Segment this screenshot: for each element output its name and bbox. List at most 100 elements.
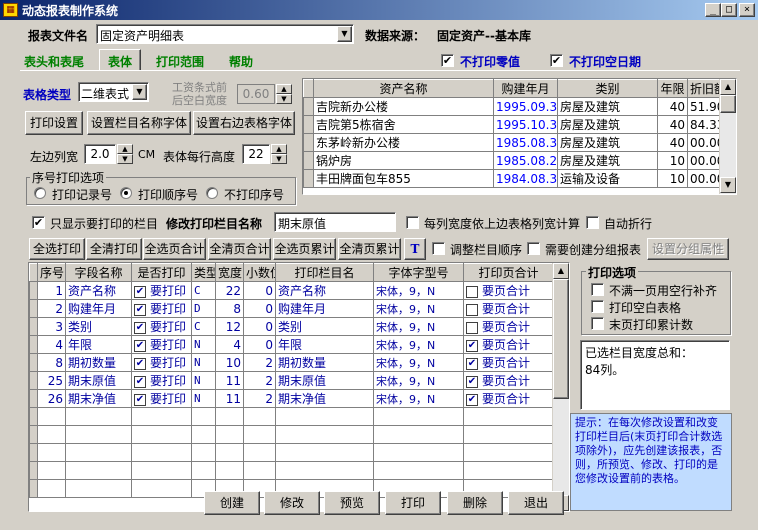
fill-blank-checkbox[interactable] [591,283,604,296]
table-cell[interactable]: 0 [243,317,276,336]
table-cell[interactable]: C [191,317,216,336]
table-cell[interactable]: 年限 [65,335,132,354]
row-checkbox[interactable]: ✔ [466,375,478,388]
table-cell[interactable] [65,461,132,480]
table-cell[interactable]: 期初数量 [65,353,132,372]
table-cell[interactable]: 2 [243,389,276,408]
table-cell[interactable] [215,443,244,462]
radio-record-no[interactable] [34,187,46,199]
right-table-font-button[interactable]: 设置右边表格字体 [193,111,295,135]
table-cell[interactable]: 8 [37,353,66,372]
no-print-empty-date-checkbox[interactable]: ✔ [550,54,563,67]
row-checkbox[interactable]: ✔ [466,357,478,370]
row-checkbox[interactable]: ✔ [466,339,478,352]
table-cell[interactable]: 宋体，9，N [373,299,464,318]
table-cell[interactable]: ✔ 要页合计 [463,353,554,372]
fields-header[interactable]: 类型 [191,263,216,282]
modify-button[interactable]: 修改 [264,491,320,515]
scroll-up-icon[interactable]: ▲ [553,263,569,279]
table-cell[interactable]: 0 [243,299,276,318]
preview-cell[interactable]: 40 [657,115,688,134]
row-checkbox[interactable] [466,303,478,316]
table-cell[interactable] [37,425,66,444]
table-cell[interactable]: N [191,353,216,372]
preview-row[interactable]: 东茅岭新办公楼1985.08.31房屋及建筑4000.00 [303,133,720,152]
fields-header[interactable]: 是否打印 [131,263,192,282]
preview-cell[interactable]: 1995.10.30 [493,115,558,134]
table-cell[interactable]: 要页合计 [463,299,554,318]
table-cell[interactable]: N [191,335,216,354]
fields-header[interactable]: 字体字型号 [373,263,464,282]
table-cell[interactable] [37,407,66,426]
print-acc-checkbox[interactable] [591,317,604,330]
preview-cell[interactable]: 房屋及建筑 [557,151,658,170]
table-cell[interactable] [373,461,464,480]
print-setup-button[interactable]: 打印设置 [25,111,83,135]
table-cell[interactable]: 宋体，9，N [373,389,464,408]
preview-cell[interactable]: 00.00 [687,169,720,188]
table-cell[interactable]: ✔ 要打印 [131,299,192,318]
table-cell[interactable]: ✔ 要页合计 [463,371,554,390]
preview-row[interactable]: 锅炉房1985.08.23房屋及建筑1000.00 [303,151,720,170]
table-cell[interactable] [215,461,244,480]
table-cell[interactable]: 22 [215,281,244,300]
only-show-checkbox[interactable]: ✔ [32,216,45,229]
table-cell[interactable]: 11 [215,371,244,390]
table-cell[interactable] [191,443,216,462]
table-row[interactable]: 26 期末净值 ✔ 要打印 N 11 2 期末净值 宋体，9，N ✔ 要页合计 [29,389,554,408]
table-cell[interactable] [243,407,276,426]
table-cell[interactable]: 要页合计 [463,281,554,300]
table-cell[interactable]: 资产名称 [275,281,374,300]
preview-row[interactable]: 丰田牌面包车8551984.08.30运输及设备1000.00 [303,169,720,188]
create-button[interactable]: 创建 [204,491,260,515]
table-cell[interactable]: 10 [215,353,244,372]
table-cell[interactable]: 1 [37,281,66,300]
fields-header[interactable]: 打印栏目名 [275,263,374,282]
font-icon[interactable]: T [404,238,426,260]
table-cell[interactable] [463,461,554,480]
table-cell[interactable]: 期末原值 [275,371,374,390]
row-checkbox[interactable]: ✔ [134,303,146,316]
table-cell[interactable] [29,353,38,372]
row-checkbox[interactable]: ✔ [134,375,146,388]
table-cell[interactable] [275,407,374,426]
table-cell[interactable] [275,425,374,444]
preview-cell[interactable]: 房屋及建筑 [557,97,658,116]
table-cell[interactable] [243,443,276,462]
tab-print-range[interactable]: 打印范围 [156,53,204,70]
preview-cell[interactable]: 锅炉房 [313,151,494,170]
row-checkbox[interactable]: ✔ [134,321,146,334]
preview-button[interactable]: 预览 [324,491,380,515]
row-height-spin-down[interactable]: ▼ [271,154,287,164]
table-type-select[interactable]: 二维表式 ▼ [78,82,149,102]
table-cell[interactable] [65,425,132,444]
table-cell[interactable] [373,407,464,426]
scroll-thumb[interactable] [720,95,736,113]
table-cell[interactable]: 宋体，9，N [373,281,464,300]
each-width-checkbox[interactable] [406,216,419,229]
table-cell[interactable]: ✔ 要页合计 [463,335,554,354]
preview-cell[interactable]: 房屋及建筑 [557,133,658,152]
select-all-print-button[interactable]: 全选打印 [29,238,85,260]
table-row[interactable]: 3 类别 ✔ 要打印 C 12 0 类别 宋体，9，N 要页合计 [29,317,554,336]
close-button[interactable]: × [739,3,755,17]
table-cell[interactable] [29,407,38,426]
table-row[interactable]: 1 资产名称 ✔ 要打印 C 22 0 资产名称 宋体，9，N 要页合计 [29,281,554,300]
preview-cell[interactable]: 吉院第5栋宿舍 [313,115,494,134]
preview-cell[interactable]: 东茅岭新办公楼 [313,133,494,152]
table-row[interactable]: 2 购建年月 ✔ 要打印 D 8 0 购建年月 宋体，9，N 要页合计 [29,299,554,318]
scroll-down-icon[interactable]: ▼ [720,177,736,193]
need-group-checkbox[interactable] [527,242,540,255]
table-cell[interactable]: 26 [37,389,66,408]
adjust-order-checkbox[interactable] [432,242,445,255]
preview-cell[interactable]: 1984.08.30 [493,169,558,188]
table-cell[interactable] [29,443,38,462]
table-cell[interactable] [275,443,374,462]
preview-row[interactable]: 吉院新办公楼1995.09.30房屋及建筑4051.90 [303,97,720,116]
table-cell[interactable]: 类别 [65,317,132,336]
row-checkbox[interactable]: ✔ [134,339,146,352]
table-cell[interactable] [131,461,192,480]
table-row[interactable] [29,407,554,426]
table-cell[interactable] [29,317,38,336]
maximize-button[interactable]: □ [721,3,737,17]
